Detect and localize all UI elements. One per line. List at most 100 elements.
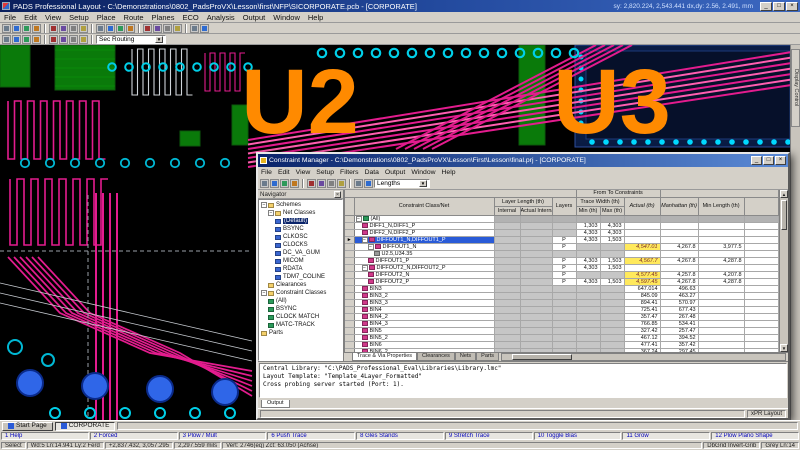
row-selector[interactable] [345,229,354,236]
cell-min_length[interactable] [698,306,744,313]
row-selector[interactable] [345,271,354,278]
cell-layers[interactable] [552,222,576,229]
table-row[interactable]: DIFF2_N,DIFF2_P4,3034,303 [345,229,779,236]
move-icon[interactable] [163,24,172,33]
column-header-min[interactable]: Min (th) [576,206,600,215]
expand-icon[interactable]: − [356,216,362,222]
cell-layers[interactable] [552,306,576,313]
table-row[interactable]: ►−DIFFOUT1_N,DIFFOUT1_PP4,3031,503 [345,236,779,243]
cell-actual_internal[interactable] [520,334,552,341]
cell-max[interactable] [600,215,624,222]
cm-restore-button[interactable]: □ [763,156,774,165]
cell-actual_internal[interactable] [520,243,552,250]
sheet-tab-nets[interactable]: Nets [455,353,476,361]
table-row[interactable]: BIN5_2467.12394.52 [345,334,779,341]
cell-max[interactable] [600,250,624,257]
tree-item-parts[interactable]: Parts [259,329,342,337]
cell-min_length[interactable] [698,292,744,299]
cell-internal[interactable] [494,278,520,285]
cell-min[interactable] [576,320,600,327]
new-icon[interactable] [2,24,11,33]
pcb-canvas[interactable]: U2U3 Display Control Constraint Manager … [0,45,800,420]
cell-layers[interactable] [552,215,576,222]
chevron-down-icon[interactable]: ▼ [155,36,163,43]
function-key-2[interactable]: 2 Forced [90,432,178,440]
cell-min[interactable] [576,215,600,222]
cell-manhattan[interactable]: 4,257.8 [660,271,698,278]
cell-layers[interactable] [552,229,576,236]
cell-min_length[interactable] [698,222,744,229]
cell-min[interactable] [576,306,600,313]
cell-manhattan[interactable]: 4,267.8 [660,278,698,285]
scroll-down-icon[interactable]: ▼ [780,344,788,352]
cell-min_length[interactable] [698,327,744,334]
function-key-12[interactable]: 12 Plow Plano Shape [711,432,799,440]
cell-manhattan[interactable]: 4,267.8 [660,243,698,250]
grid-icon[interactable] [12,35,21,44]
measure-icon[interactable] [200,24,209,33]
column-header-name[interactable]: Constraint Class/Net [354,197,494,215]
row-selector[interactable] [345,327,354,334]
cell-max[interactable]: 4,303 [600,229,624,236]
cell-actual_internal[interactable] [520,327,552,334]
cell-name[interactable]: U2.5,U34.35 [354,250,494,257]
cell-actual[interactable] [624,236,660,243]
cell-layers[interactable]: P [552,278,576,285]
cell-max[interactable] [600,327,624,334]
cell-manhattan[interactable]: 496.63 [660,285,698,292]
cell-name[interactable]: BIN3 [354,285,494,292]
expand-icon[interactable]: − [261,202,267,208]
row-selector[interactable] [345,250,354,257]
column-header-internal[interactable]: Internal [494,206,520,215]
sheet-tab-trace-via-properties[interactable]: Trace & Via Properties [352,353,417,361]
cell-min[interactable]: 4,303 [576,257,600,264]
cell-min[interactable] [576,313,600,320]
cell-internal[interactable] [494,334,520,341]
cell-actual_internal[interactable] [520,215,552,222]
zoom-fit-icon[interactable] [126,24,135,33]
table-row[interactable]: BIN3647.014496.63 [345,285,779,292]
cm-menu-edit[interactable]: Edit [275,169,293,176]
cm-minimize-button[interactable]: _ [751,156,762,165]
expand-icon[interactable]: − [268,210,274,216]
cell-actual[interactable]: 4,547.01 [624,243,660,250]
cell-name[interactable]: −DIFFOUT1_N [354,243,494,250]
tree-item-micom[interactable]: MICOM [259,257,342,265]
close-button[interactable]: × [786,2,798,11]
scroll-up-icon[interactable]: ▲ [780,190,788,198]
cell-actual_internal[interactable] [520,278,552,285]
table-row[interactable]: BIN4725.41677.43 [345,306,779,313]
tree-item-matc-track[interactable]: MATC-TRACK [259,321,342,329]
cell-max[interactable] [600,285,624,292]
function-key-9[interactable]: 9 Stretch Trace [445,432,533,440]
test-point-icon[interactable] [79,35,88,44]
cell-min[interactable] [576,299,600,306]
cell-min_length[interactable]: 4,287.8 [698,278,744,285]
cell-actual[interactable]: 766.85 [624,320,660,327]
cell-actual[interactable]: 327.42 [624,327,660,334]
cm-menu-output[interactable]: Output [382,169,408,176]
redraw-icon[interactable] [143,24,152,33]
cm-menu-file[interactable]: File [258,169,275,176]
cell-max[interactable] [600,271,624,278]
cell-min[interactable] [576,250,600,257]
menu-setup[interactable]: Setup [65,13,93,22]
cell-min[interactable]: 4,303 [576,264,600,271]
cut-icon[interactable] [49,24,58,33]
table-row[interactable]: BIN4_3766.85534.41 [345,320,779,327]
cm-menu-window[interactable]: Window [408,169,438,176]
function-key-8[interactable]: 8 Gles Stands [356,432,444,440]
function-key-6[interactable]: 6 Push Trace [267,432,355,440]
cell-name[interactable]: BIN4_3 [354,320,494,327]
table-row[interactable]: DIFFOUT1_PP4,3031,5034,567.74,267.84,287… [345,257,779,264]
select-icon[interactable] [153,24,162,33]
cell-min_length[interactable] [698,341,744,348]
cell-name[interactable]: BIN3_2 [354,292,494,299]
cell-actual[interactable]: 4,567.7 [624,257,660,264]
cell-min_length[interactable] [698,334,744,341]
save-icon[interactable] [22,24,31,33]
cell-actual[interactable] [624,222,660,229]
cell-manhattan[interactable] [660,222,698,229]
table-row[interactable]: −(All) [345,215,779,222]
cell-manhattan[interactable]: 463.27 [660,292,698,299]
